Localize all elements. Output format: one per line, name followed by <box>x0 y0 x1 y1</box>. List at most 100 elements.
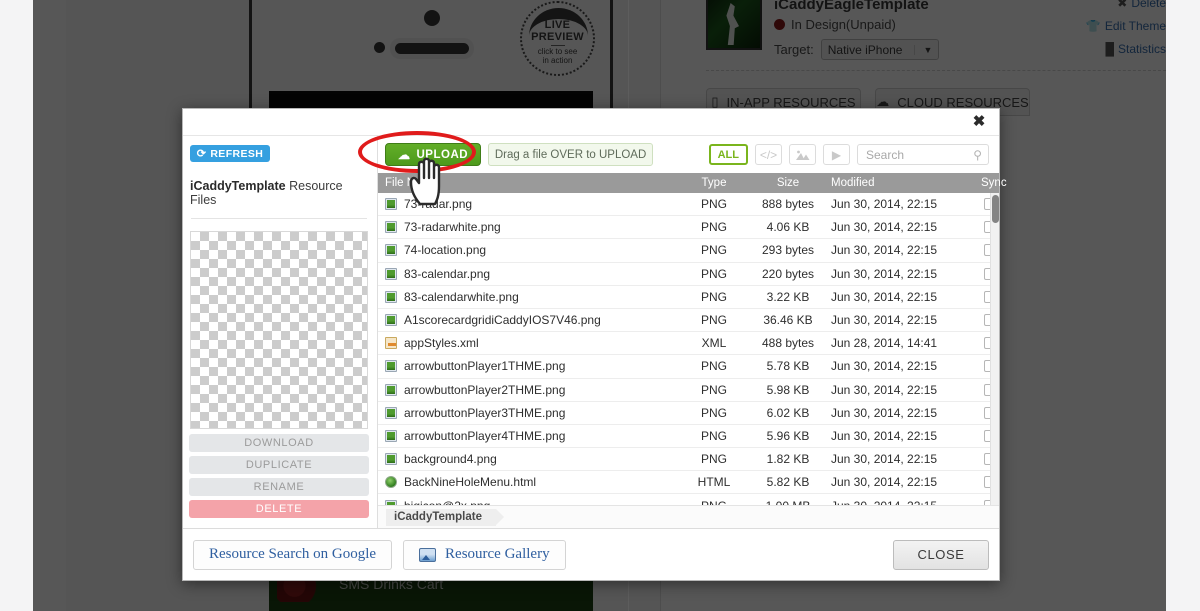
table-row[interactable]: arrowbuttonPlayer1THME.png PNG 5.78 KB Jun … <box>378 355 999 379</box>
file-name-label: 73-radarwhite.png <box>404 220 501 235</box>
cell-file-name: background4.png <box>378 452 683 466</box>
cell-file-name: 73-radarwhite.png <box>378 220 683 234</box>
file-grid-scrollbar[interactable] <box>990 193 999 505</box>
column-header-type[interactable]: Type <box>683 177 745 189</box>
column-header-sync[interactable]: Sync <box>981 177 1007 189</box>
cell-type: PNG <box>700 382 727 397</box>
close-icon[interactable]: ✖ <box>971 114 987 130</box>
image-file-icon <box>385 453 397 466</box>
cell-type: PNG <box>700 359 727 374</box>
scrollbar-thumb[interactable] <box>992 195 999 223</box>
refresh-button[interactable]: ⟳ REFRESH <box>190 145 270 162</box>
xml-file-icon <box>385 337 397 350</box>
dialog-footer: Resource Search on Google Resource Galle… <box>183 528 999 580</box>
file-name-label: arrowbuttonPlayer4THME.png <box>404 428 566 443</box>
filter-video-button[interactable]: ▶ <box>823 144 850 165</box>
file-grid-scroll-area: 73-radar.png PNG 888 bytes Jun 30, 2014, 22… <box>378 193 999 505</box>
cell-modified: Jun 30, 2014, 22:15 <box>831 359 938 374</box>
file-name-label: bigicon@2x.png <box>404 499 490 505</box>
cell-size: 5.82 KB <box>766 475 810 490</box>
file-dropzone[interactable]: Drag a file OVER to UPLOAD <box>488 143 654 166</box>
table-row[interactable]: background4.png PNG 1.82 KB Jun 30, 2014, 2… <box>378 448 999 472</box>
cell-size: 293 bytes <box>761 243 815 258</box>
rename-button[interactable]: RENAME <box>189 478 369 496</box>
image-file-icon <box>385 290 397 303</box>
dialog-right-panel: ☁ UPLOAD Drag a file OVER to UPLOAD ALL … <box>378 136 1007 528</box>
image-file-icon <box>385 198 397 211</box>
delete-button[interactable]: DELETE <box>189 500 369 518</box>
download-button[interactable]: DOWNLOAD <box>189 434 369 452</box>
cell-size: 5.78 KB <box>766 359 810 374</box>
cell-size: 6.02 KB <box>766 405 810 420</box>
column-header-file-name[interactable]: File Name <box>378 177 683 189</box>
cell-file-name: 83-calendar.png <box>378 267 683 281</box>
filter-all-button[interactable]: ALL <box>708 144 748 165</box>
file-name-label: 73-radar.png <box>404 197 473 212</box>
file-name-label: background4.png <box>404 452 497 467</box>
close-button[interactable]: CLOSE <box>893 539 989 570</box>
breadcrumb: iCaddyTemplate <box>378 505 999 528</box>
cell-file-name: BackNineHoleMenu.html <box>378 475 683 489</box>
upload-button[interactable]: ☁ UPLOAD <box>385 143 482 166</box>
image-file-icon <box>385 499 397 505</box>
breadcrumb-item-root[interactable]: iCaddyTemplate <box>386 508 504 526</box>
image-file-icon <box>385 406 397 419</box>
cell-type: PNG <box>700 405 727 420</box>
table-row[interactable]: 73-radar.png PNG 888 bytes Jun 30, 2014, 22… <box>378 193 999 217</box>
search-box[interactable]: ⚲ <box>857 144 989 165</box>
cell-type: PNG <box>700 289 727 304</box>
filter-image-button[interactable] <box>789 144 816 165</box>
image-file-icon <box>385 267 397 280</box>
cell-modified: Jun 30, 2014, 22:15 <box>831 382 938 397</box>
cell-type: XML <box>701 336 727 351</box>
table-row[interactable]: 73-radarwhite.png PNG 4.06 KB Jun 30, 2014,… <box>378 216 999 240</box>
dialog-titlebar: ✖ <box>183 109 999 135</box>
cell-modified: Jun 30, 2014, 22:15 <box>831 243 938 258</box>
table-row[interactable]: arrowbuttonPlayer2THME.png PNG 5.98 KB Jun … <box>378 378 999 402</box>
html-file-icon <box>385 476 397 489</box>
cell-modified: Jun 30, 2014, 22:15 <box>831 313 938 328</box>
filter-code-button[interactable]: </> <box>755 144 782 165</box>
table-row[interactable]: A1scorecardgridiCaddyIOS7V46.png PNG 36.46… <box>378 308 999 333</box>
file-preview-thumbnail <box>190 231 368 429</box>
dialog-left-panel: ⟳ REFRESH iCaddyTemplate Resource Files … <box>183 136 378 528</box>
resource-gallery-button[interactable]: Resource Gallery <box>403 539 566 570</box>
dialog-body: ⟳ REFRESH iCaddyTemplate Resource Files … <box>183 135 1007 528</box>
cell-size: 5.98 KB <box>766 382 810 397</box>
table-row[interactable]: arrowbuttonPlayer3THME.png PNG 6.02 KB Jun … <box>378 401 999 425</box>
column-header-modified[interactable]: Modified <box>831 177 981 189</box>
table-row[interactable]: 74-location.png PNG 293 bytes Jun 30, 2014,… <box>378 239 999 263</box>
search-input[interactable] <box>864 146 974 163</box>
cell-file-name: A1scorecardgridiCaddyIOS7V46.png <box>378 313 683 327</box>
table-row[interactable]: arrowbuttonPlayer4THME.png PNG 5.96 KB Jun … <box>378 424 999 449</box>
cell-size: 36.46 KB <box>763 313 813 328</box>
gallery-icon <box>419 547 437 562</box>
cell-modified: Jun 30, 2014, 22:15 <box>831 289 938 304</box>
table-row[interactable]: appStyles.xml XML 488 bytes Jun 28, 2014, 1… <box>378 332 999 356</box>
resource-search-google-label: Resource Search on Google <box>209 546 377 562</box>
refresh-icon: ⟳ <box>196 148 207 160</box>
cell-size: 5.96 KB <box>766 428 810 443</box>
duplicate-button[interactable]: DUPLICATE <box>189 456 369 474</box>
table-row[interactable]: bigicon@2x.png PNG1.00 MBJun 30, 2014, 22… <box>378 494 999 505</box>
magnifier-icon: ⚲ <box>973 147 982 162</box>
resource-files-dialog: ✖ ⟳ REFRESH iCaddyTemplate Resource File… <box>182 108 1007 581</box>
column-header-size[interactable]: Size <box>745 177 831 189</box>
cell-file-name: 83-calendarwhite.png <box>378 290 683 304</box>
cell-file-name: bigicon@2x.png <box>378 499 683 505</box>
code-icon: </> <box>759 147 778 162</box>
table-row[interactable]: 83-calendarwhite.png PNG 3.22 KB Jun 30, 20… <box>378 285 999 309</box>
file-name-label: 83-calendarwhite.png <box>404 289 519 304</box>
cell-type: PNG <box>700 452 727 467</box>
cell-file-name: arrowbuttonPlayer2THME.png <box>378 383 683 397</box>
file-name-label: appStyles.xml <box>404 336 479 351</box>
cell-type: PNG <box>683 499 745 505</box>
cell-modified: Jun 30, 2014, 22:15 <box>831 220 938 235</box>
resource-search-google-button[interactable]: Resource Search on Google <box>193 539 393 570</box>
table-row[interactable]: BackNineHoleMenu.html HTML 5.82 KB Jun 30, … <box>378 471 999 495</box>
cell-file-name: 74-location.png <box>378 243 683 257</box>
cell-modified: Jun 30, 2014, 22:15 <box>831 428 938 443</box>
file-name-label: A1scorecardgridiCaddyIOS7V46.png <box>404 313 601 328</box>
table-row[interactable]: 83-calendar.png PNG 220 bytes Jun 30, 2014,… <box>378 262 999 286</box>
file-grid-header: File Name Type Size Modified Sync <box>378 173 1007 193</box>
